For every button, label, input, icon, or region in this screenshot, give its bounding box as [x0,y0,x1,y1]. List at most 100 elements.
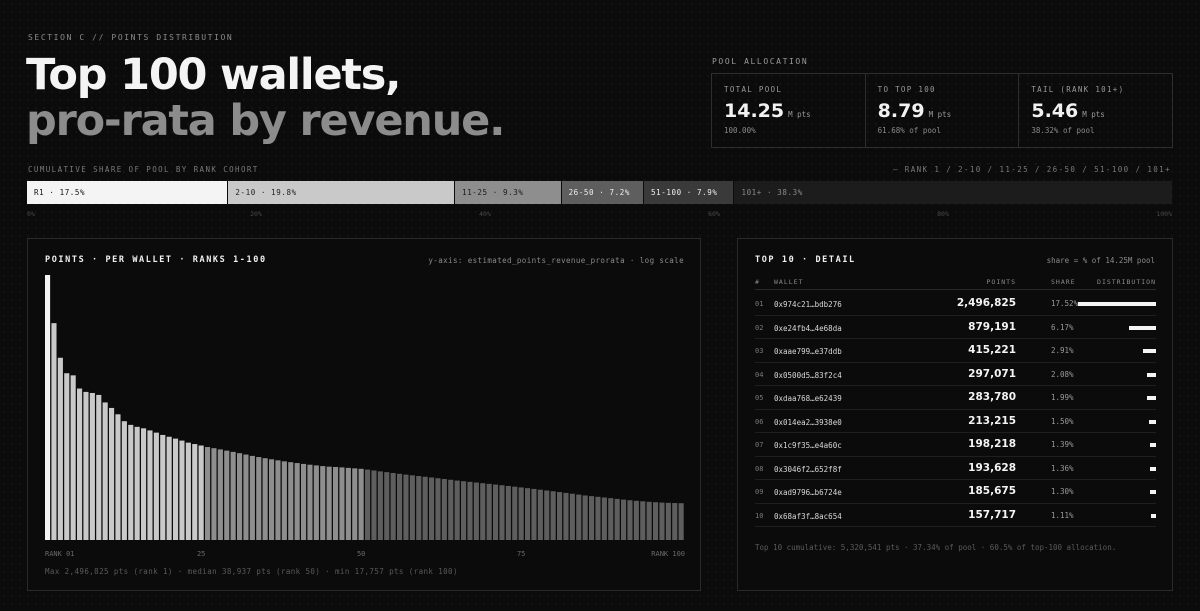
row-points: 185,675 [968,485,1016,497]
table-row[interactable]: 02 0xe24fb4…4e68da 879,191 6.17% [755,316,1156,339]
table-row[interactable]: 06 0x014ea2…3938e0 213,215 1.50% [755,410,1156,433]
row-wallet: 0x3046f2…652f8f [774,464,842,474]
row-points: 879,191 [968,320,1016,333]
bar-rank-93 [633,500,639,540]
top10-detail-panel: TOP 10 · DETAIL share = % of 14.25M pool… [737,238,1173,591]
cumulative-segment: 101+ · 38.3% [733,181,1172,204]
row-rank: 07 [755,441,764,449]
bar-rank-42 [307,464,313,540]
pool-cell-top100: TO TOP 100 8.79 M pts 61.68% of pool [866,74,1020,147]
bar-rank-89 [608,498,614,540]
points-per-wallet-panel: POINTS · PER WALLET · RANKS 1-100 y-axis… [27,238,701,591]
row-share: 6.17% [1051,322,1074,332]
bar-rank-36 [269,459,275,540]
bar-rank-35 [262,458,268,540]
top10-footnote: Top 10 cumulative: 5,320,541 pts · 37.34… [755,543,1117,552]
x-tick-label: 25 [197,550,205,558]
bar-rank-31 [237,453,243,540]
row-distribution-bar [1151,513,1156,518]
table-row[interactable]: 10 0x68af3f…8ac654 157,717 1.11% [755,504,1156,527]
bar-rank-18 [153,432,159,540]
bar-rank-45 [326,466,332,540]
bar-rank-65 [454,480,460,540]
x-tick-label: RANK 100 [651,550,685,558]
bar-rank-32 [243,454,249,540]
bar-rank-83 [569,493,575,540]
bar-rank-99 [672,503,678,540]
bar-rank-51 [365,469,371,540]
cumulative-share-ticks: 0% 20% 40% 60% 80% 100% [27,210,1172,220]
bar-rank-50 [358,468,364,540]
x-tick-label: RANK 01 [45,550,75,558]
chart-footnote: Max 2,496,825 pts (rank 1) · median 38,9… [45,567,458,576]
cumulative-share-title: CUMULATIVE SHARE OF POOL BY RANK COHORT [28,165,259,174]
bar-rank-68 [473,482,479,540]
bar-rank-97 [659,502,665,540]
pool-cell-tail: TAIL (RANK 101+) 5.46 M pts 38.32% of poo… [1019,74,1172,147]
cumulative-share-legend: — RANK 1 / 2-10 / 11-25 / 26-50 / 51-100… [892,165,1171,174]
x-tick-label: 50 [357,550,365,558]
bar-rank-100 [678,503,684,540]
row-distribution-bar [1147,396,1156,400]
bar-rank-63 [441,479,447,540]
bar-rank-58 [409,475,415,540]
bar-rank-7 [83,391,89,540]
bar-rank-60 [422,476,428,540]
bar-rank-74 [512,486,518,540]
cumulative-tick: 60% [708,210,720,218]
x-tick-label: 75 [517,550,525,558]
table-row[interactable]: 01 0x974c21…bdb276 2,496,825 17.52% [755,292,1156,316]
cumulative-tick: 20% [250,210,262,218]
bar-rank-85 [582,495,588,540]
bar-rank-2 [51,323,57,540]
row-points: 297,071 [968,367,1016,380]
bar-rank-20 [166,436,172,540]
table-row[interactable]: 03 0xaae799…e37ddb 415,221 2.91% [755,339,1156,363]
bar-rank-66 [461,481,467,540]
cumulative-segment: 26-50 · 7.2% [560,181,643,204]
bar-rank-70 [486,483,492,540]
pool-allocation-title: POOL ALLOCATION [712,57,809,66]
bar-rank-47 [339,467,345,540]
row-points: 193,628 [968,461,1016,474]
bar-rank-40 [294,463,300,540]
bar-rank-10 [102,402,108,540]
bar-rank-98 [665,502,671,540]
bar-rank-94 [640,501,646,540]
row-share: 1.50% [1051,416,1074,426]
table-row[interactable]: 05 0xdaa768…e62439 283,780 1.99% [755,386,1156,410]
row-distribution-bar [1143,349,1156,353]
cumulative-tick: 40% [479,210,491,218]
bar-rank-23 [185,442,191,540]
bar-rank-78 [537,489,543,540]
bar-rank-49 [352,468,358,540]
page-title: Top 100 wallets, pro-rata by revenue. [26,52,505,144]
bar-rank-4 [64,373,70,540]
bar-rank-34 [256,457,262,540]
row-points: 213,215 [968,414,1016,427]
table-row[interactable]: 07 0x1c9f35…e4a60c 198,218 1.39% [755,433,1156,457]
row-wallet: 0x0500d5…83f2c4 [774,370,842,380]
bar-rank-62 [435,478,441,540]
bar-rank-24 [192,444,198,540]
row-points: 157,717 [968,508,1016,521]
bar-rank-17 [147,430,153,540]
table-row[interactable]: 04 0x0500d5…83f2c4 297,071 2.08% [755,363,1156,386]
bar-rank-26 [205,447,211,540]
row-wallet: 0xe24fb4…4e68da [774,323,842,333]
table-row[interactable]: 09 0xad9796…b6724e 185,675 1.30% [755,480,1156,504]
cumulative-tick: 80% [937,210,949,218]
row-distribution-bar [1078,302,1156,306]
cumulative-tick: 100% [1156,210,1172,218]
table-row[interactable]: 08 0x3046f2…652f8f 193,628 1.36% [755,457,1156,480]
bar-rank-43 [313,465,319,540]
pool-cell-sub: 100.00% [724,126,756,135]
bar-rank-64 [448,479,454,540]
bar-rank-39 [288,462,294,540]
top10-note: share = % of 14.25M pool [1046,256,1155,265]
pool-cell-number: 14.25 [724,100,785,122]
cumulative-segment: 11-25 · 9.3% [454,181,561,204]
bar-rank-14 [128,424,134,540]
pool-cell-value: 14.25 M pts [724,100,853,122]
bar-rank-80 [550,491,556,540]
